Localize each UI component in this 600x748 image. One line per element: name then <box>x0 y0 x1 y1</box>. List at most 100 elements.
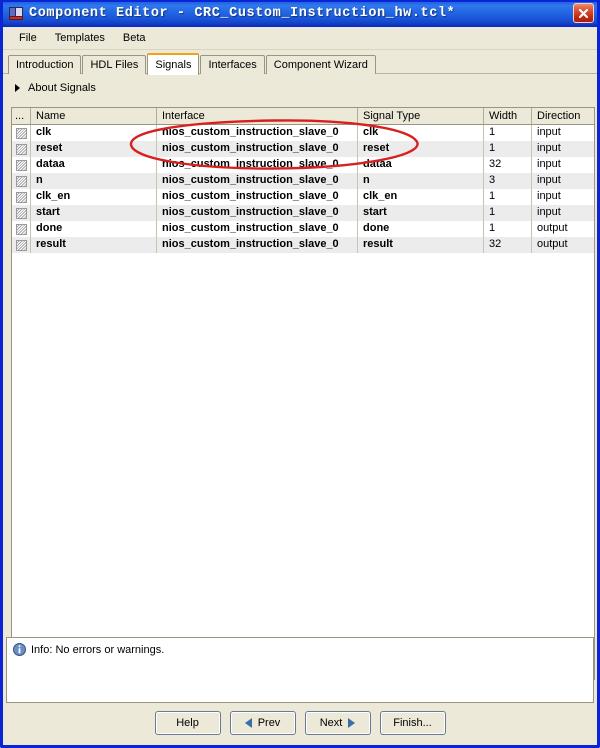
tab-interfaces[interactable]: Interfaces <box>200 55 264 74</box>
finish-button[interactable]: Finish... <box>380 711 446 735</box>
cell-name: result <box>31 237 157 253</box>
signals-panel: About Signals ... Name Interface Signal … <box>3 77 597 688</box>
cell-direction: input <box>532 125 594 141</box>
about-signals-disclosure[interactable]: About Signals <box>3 77 597 99</box>
row-grip[interactable] <box>12 205 31 221</box>
close-icon[interactable] <box>573 3 594 23</box>
component-editor-window: Component Editor - CRC_Custom_Instructio… <box>0 0 600 748</box>
table-row[interactable]: n nios_custom_instruction_slave_0 n 3 in… <box>12 173 594 189</box>
column-header-interface[interactable]: Interface <box>157 108 358 124</box>
cell-signal-type: clk <box>358 125 484 141</box>
cell-name: clk_en <box>31 189 157 205</box>
cell-width: 1 <box>484 189 532 205</box>
prev-button-label: Prev <box>258 717 281 729</box>
cell-width: 1 <box>484 205 532 221</box>
cell-signal-type: result <box>358 237 484 253</box>
next-button-label: Next <box>320 717 343 729</box>
table-row[interactable]: dataa nios_custom_instruction_slave_0 da… <box>12 157 594 173</box>
column-header-grip[interactable]: ... <box>12 108 31 124</box>
cell-width: 1 <box>484 221 532 237</box>
cell-width: 32 <box>484 157 532 173</box>
column-header-name[interactable]: Name <box>31 108 157 124</box>
row-grip[interactable] <box>12 221 31 237</box>
table-header-row: ... Name Interface Signal Type Width Dir… <box>12 108 594 125</box>
cell-direction: input <box>532 205 594 221</box>
cell-name: reset <box>31 141 157 157</box>
help-button-label: Help <box>176 717 199 729</box>
component-editor-icon <box>8 5 24 21</box>
table-row[interactable]: done nios_custom_instruction_slave_0 don… <box>12 221 594 237</box>
cell-name: start <box>31 205 157 221</box>
row-grip[interactable] <box>12 125 31 141</box>
tab-strip: Introduction HDL Files Signals Interface… <box>3 50 597 74</box>
grip-icon <box>16 128 27 139</box>
signals-table: ... Name Interface Signal Type Width Dir… <box>11 107 595 680</box>
column-header-signal-type[interactable]: Signal Type <box>358 108 484 124</box>
table-row[interactable]: result nios_custom_instruction_slave_0 r… <box>12 237 594 253</box>
tab-component-wizard[interactable]: Component Wizard <box>266 55 376 74</box>
row-grip[interactable] <box>12 141 31 157</box>
cell-direction: output <box>532 237 594 253</box>
cell-interface: nios_custom_instruction_slave_0 <box>157 237 358 253</box>
cell-direction: input <box>532 173 594 189</box>
cell-direction: output <box>532 221 594 237</box>
menu-item-file[interactable]: File <box>10 30 46 46</box>
message-panel: Info: No errors or warnings. <box>6 637 594 703</box>
cell-interface: nios_custom_instruction_slave_0 <box>157 173 358 189</box>
grip-icon <box>16 224 27 235</box>
cell-width: 1 <box>484 125 532 141</box>
table-row[interactable]: reset nios_custom_instruction_slave_0 re… <box>12 141 594 157</box>
cell-interface: nios_custom_instruction_slave_0 <box>157 141 358 157</box>
next-button[interactable]: Next <box>305 711 371 735</box>
table-row[interactable]: clk nios_custom_instruction_slave_0 clk … <box>12 125 594 141</box>
info-icon <box>13 643 26 656</box>
menu-item-beta[interactable]: Beta <box>114 30 155 46</box>
cell-interface: nios_custom_instruction_slave_0 <box>157 157 358 173</box>
grip-icon <box>16 144 27 155</box>
cell-interface: nios_custom_instruction_slave_0 <box>157 189 358 205</box>
cell-signal-type: done <box>358 221 484 237</box>
row-grip[interactable] <box>12 237 31 253</box>
cell-interface: nios_custom_instruction_slave_0 <box>157 125 358 141</box>
tab-hdl-files[interactable]: HDL Files <box>82 55 146 74</box>
table-row[interactable]: start nios_custom_instruction_slave_0 st… <box>12 205 594 221</box>
cell-interface: nios_custom_instruction_slave_0 <box>157 205 358 221</box>
title-bar: Component Editor - CRC_Custom_Instructio… <box>3 0 597 27</box>
table-row[interactable]: clk_en nios_custom_instruction_slave_0 c… <box>12 189 594 205</box>
cell-signal-type: reset <box>358 141 484 157</box>
tab-introduction[interactable]: Introduction <box>8 55 81 74</box>
cell-direction: input <box>532 157 594 173</box>
menu-item-templates[interactable]: Templates <box>46 30 114 46</box>
cell-direction: input <box>532 141 594 157</box>
cell-signal-type: clk_en <box>358 189 484 205</box>
row-grip[interactable] <box>12 157 31 173</box>
navigation-bar: Help Prev Next Finish... <box>6 703 594 742</box>
cell-width: 32 <box>484 237 532 253</box>
column-header-direction[interactable]: Direction <box>532 108 594 124</box>
arrow-left-icon <box>245 718 252 728</box>
grip-icon <box>16 192 27 203</box>
grip-icon <box>16 176 27 187</box>
row-grip[interactable] <box>12 189 31 205</box>
info-text: Info: No errors or warnings. <box>31 644 164 656</box>
cell-interface: nios_custom_instruction_slave_0 <box>157 221 358 237</box>
finish-button-label: Finish... <box>393 717 432 729</box>
about-signals-label: About Signals <box>28 82 96 94</box>
chevron-right-icon <box>15 84 20 92</box>
info-message: Info: No errors or warnings. <box>13 643 587 656</box>
window-title: Component Editor - CRC_Custom_Instructio… <box>29 6 455 21</box>
grip-icon <box>16 208 27 219</box>
cell-name: n <box>31 173 157 189</box>
arrow-right-icon <box>348 718 355 728</box>
cell-signal-type: dataa <box>358 157 484 173</box>
help-button[interactable]: Help <box>155 711 221 735</box>
prev-button[interactable]: Prev <box>230 711 296 735</box>
tab-signals[interactable]: Signals <box>147 53 199 75</box>
menu-bar: File Templates Beta <box>3 27 597 50</box>
column-header-width[interactable]: Width <box>484 108 532 124</box>
row-grip[interactable] <box>12 173 31 189</box>
cell-width: 3 <box>484 173 532 189</box>
cell-width: 1 <box>484 141 532 157</box>
cell-name: dataa <box>31 157 157 173</box>
cell-signal-type: n <box>358 173 484 189</box>
